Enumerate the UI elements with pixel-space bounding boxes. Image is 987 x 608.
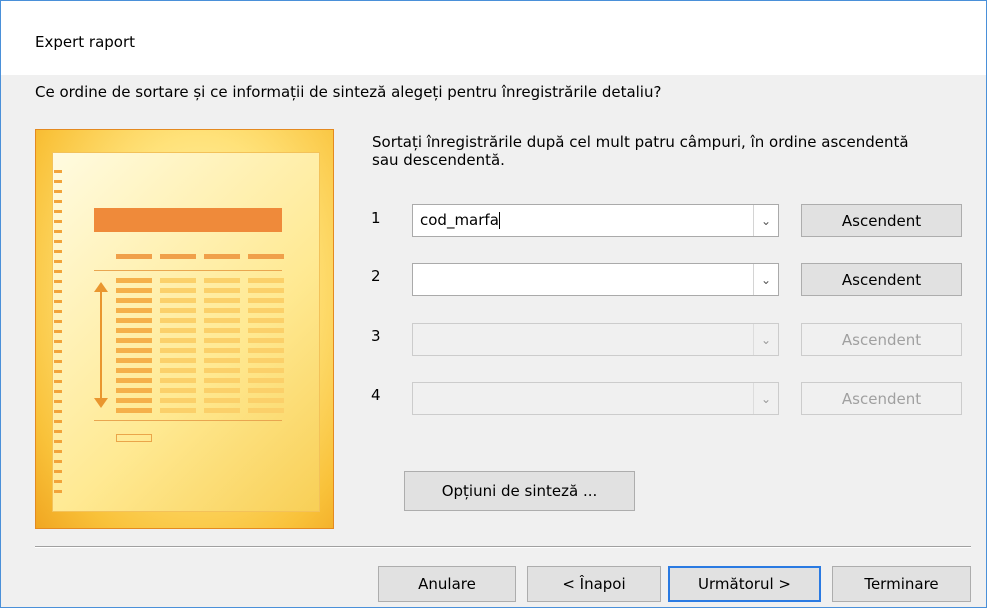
illustration-grid-column [248,278,284,413]
sort-row-number-3: 3 [371,327,381,345]
summary-options-button[interactable]: Opțiuni de sinteză ... [404,471,635,511]
sort-arrow-line [100,290,102,400]
illustration-column-header [160,254,196,259]
illustration-summary-box [116,434,152,442]
cancel-button[interactable]: Anulare [378,566,516,602]
illustration-column-header [248,254,284,259]
sort-field-3-combo[interactable]: ⌄ [412,323,779,356]
wizard-question: Ce ordine de sortare și ce informații de… [35,83,662,101]
illustration-header-bar [94,208,282,232]
sort-field-2-combo[interactable]: ⌄ [412,263,779,296]
illustration-separator [94,270,282,271]
illustration-grid-column [160,278,196,413]
finish-button[interactable]: Terminare [832,566,971,602]
sort-row-number-4: 4 [371,386,381,404]
next-button[interactable]: Următorul > [668,566,821,602]
text-caret [498,212,500,229]
report-wizard-window: Expert raport Ce ordine de sortare și ce… [0,0,987,608]
illustration-grid-column [116,278,152,413]
illustration-grid-column [204,278,240,413]
sort-arrow-down-icon [94,398,108,408]
sort-order-4-button[interactable]: Ascendent [801,382,962,415]
sort-order-3-button[interactable]: Ascendent [801,323,962,356]
sort-field-4-combo[interactable]: ⌄ [412,382,779,415]
illustration-column-header [116,254,152,259]
illustration-binding-holes [54,170,62,500]
illustration-column-header [204,254,240,259]
illustration-separator [94,420,282,421]
back-button[interactable]: < Înapoi [527,566,661,602]
report-preview-illustration [35,129,334,529]
chevron-down-icon[interactable]: ⌄ [753,264,778,295]
chevron-down-icon[interactable]: ⌄ [753,383,778,414]
chevron-down-icon[interactable]: ⌄ [753,324,778,355]
window-title: Expert raport [35,33,136,51]
sort-row-number-2: 2 [371,267,381,285]
chevron-down-icon[interactable]: ⌄ [753,205,778,236]
footer-divider-highlight [35,547,971,548]
sort-field-1-value[interactable]: cod_marfa [420,211,500,229]
title-bar: Expert raport [1,1,986,75]
sort-field-1-combo[interactable]: cod_marfa ⌄ [412,204,779,237]
sort-instructions: Sortați înregistrările după cel mult pat… [372,133,909,169]
sort-order-1-button[interactable]: Ascendent [801,204,962,237]
sort-order-2-button[interactable]: Ascendent [801,263,962,296]
sort-row-number-1: 1 [371,209,381,227]
